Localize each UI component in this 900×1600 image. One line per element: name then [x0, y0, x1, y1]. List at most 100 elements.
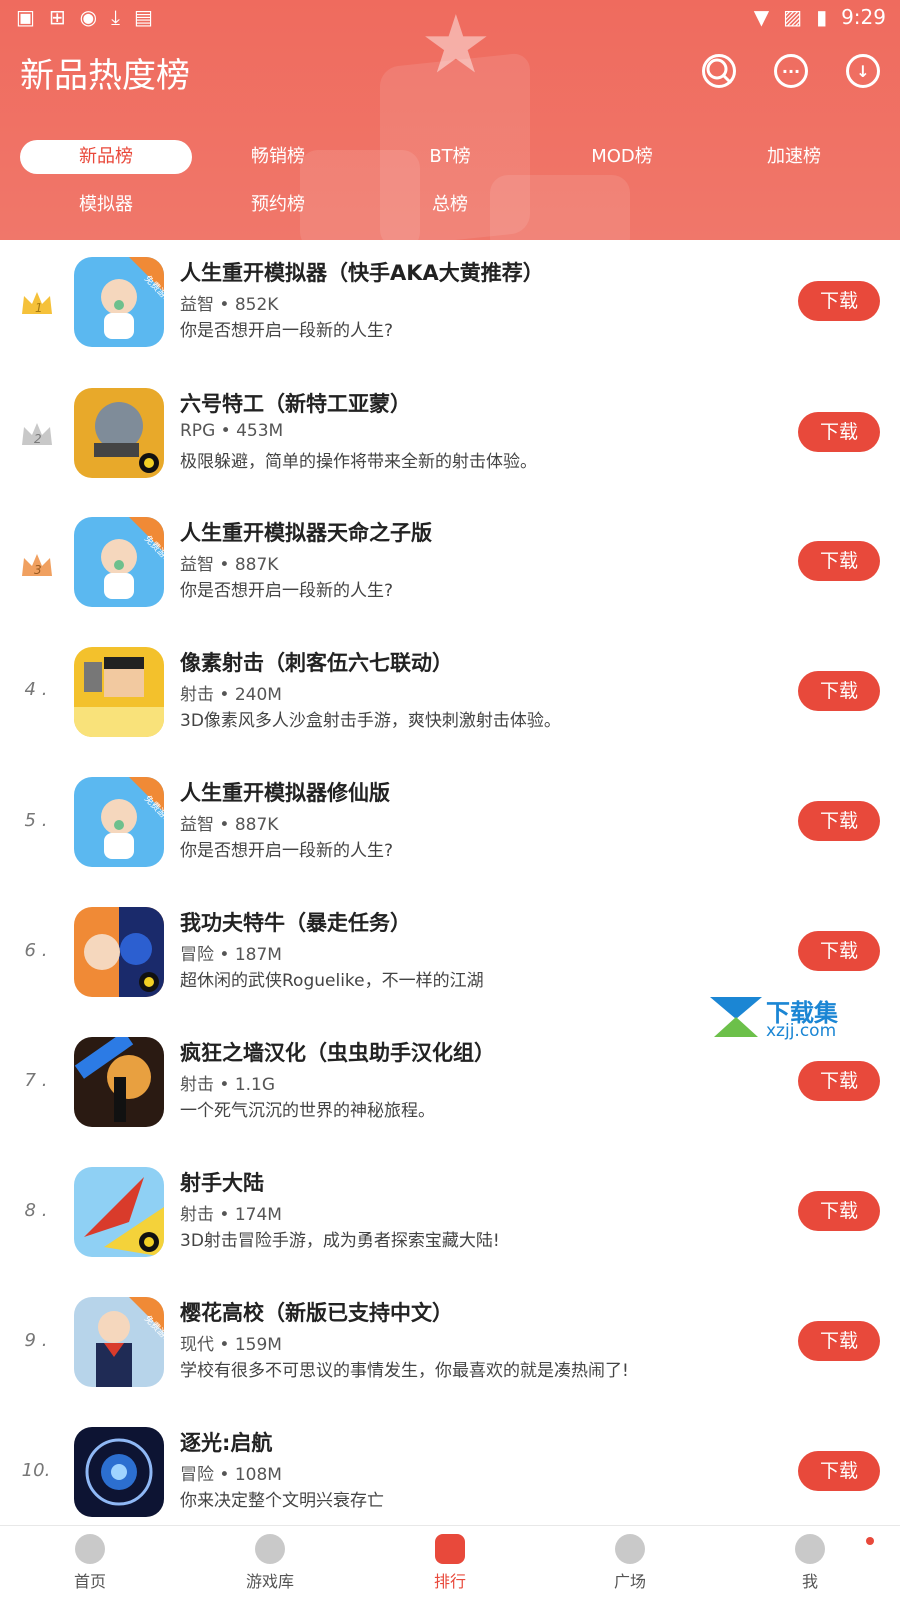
download-button[interactable]: 下载 [798, 1191, 880, 1231]
page-title: 新品热度榜 [20, 56, 190, 96]
tab-bestseller[interactable]: 畅销榜 [192, 140, 364, 174]
rank-number: 8 . [24, 1200, 48, 1221]
list-item[interactable]: 7 . 疯狂之墙汉化（虫虫助手汉化组） 射击 • 1.1G 一个死气沉沉的世界的… [0, 1026, 900, 1157]
app-description: 一个死气沉沉的世界的神秘旅程。 [180, 1101, 435, 1121]
tab-mod[interactable]: MOD榜 [536, 140, 708, 174]
tab-new[interactable]: 新品榜 [20, 140, 192, 174]
app-meta: 益智 • 887K [180, 555, 279, 575]
silver-crown-icon: 2 [22, 423, 52, 446]
header: ★ ▣ ⊞ ◉ ⤓ ▤ ▼ ▨ ▮ 9:29 新品热度榜 ··· ↓ 新品榜 畅… [0, 0, 900, 240]
nav-ranking[interactable]: 排行 [390, 1534, 510, 1592]
wifi-icon: ▼ [753, 5, 770, 29]
nav-home[interactable]: 首页 [30, 1534, 150, 1592]
rank-number: 4 . [24, 679, 48, 700]
app-icon[interactable]: 免费游戏 [74, 777, 164, 867]
list-item[interactable]: 4 . 像素射击（刺客伍六七联动） 射击 • 240M 3D像素风多人沙盒射击手… [0, 633, 900, 764]
app-meta: 冒险 • 108M [180, 1465, 282, 1485]
shield-notification-icon: ◉ [79, 5, 98, 29]
app-icon[interactable] [74, 647, 164, 737]
tab-accelerate[interactable]: 加速榜 [708, 140, 880, 174]
no-sim-icon: ▨ [783, 5, 803, 29]
tab-reservation[interactable]: 预约榜 [192, 188, 364, 222]
tab-bt[interactable]: BT榜 [364, 140, 536, 174]
app-name[interactable]: 六号特工（新特工亚蒙） [180, 388, 411, 418]
app-name[interactable]: 疯狂之墙汉化（虫虫助手汉化组） [180, 1037, 495, 1067]
nav-game-library[interactable]: 游戏库 [210, 1534, 330, 1592]
download-button[interactable]: 下载 [798, 541, 880, 581]
user-icon [795, 1534, 825, 1564]
nav-label: 广场 [613, 1572, 646, 1591]
download-notification-icon: ⤓ [111, 5, 120, 29]
download-icon[interactable]: ↓ [846, 54, 880, 88]
app-description: 超休闲的武侠Roguelike，不一样的江湖 [180, 971, 484, 991]
app-icon[interactable]: 免费游戏 [74, 517, 164, 607]
rank-number: 1 [35, 301, 43, 315]
app-meta: 射击 • 174M [180, 1205, 282, 1225]
app-description: 你是否想开启一段新的人生? [180, 321, 394, 341]
list-item[interactable]: 2 六号特工（新特工亚蒙） RPG • 453M 极限躲避，简单的操作将带来全新… [0, 371, 900, 502]
app-meta: RPG • 453M [180, 421, 284, 441]
watermark: 下载集 xzjj.com [710, 993, 850, 1043]
app-meta: 射击 • 1.1G [180, 1075, 276, 1095]
download-button[interactable]: 下载 [798, 412, 880, 452]
download-button[interactable]: 下载 [798, 1321, 880, 1361]
app-name[interactable]: 逐光:启航 [180, 1427, 272, 1457]
home-icon [75, 1534, 105, 1564]
app-name[interactable]: 射手大陆 [180, 1167, 264, 1197]
download-button[interactable]: 下载 [798, 671, 880, 711]
app-meta: 益智 • 887K [180, 815, 279, 835]
list-item[interactable]: 1 免费游戏 人生重开模拟器（快手AKA大黄推荐） 益智 • 852K 你是否想… [0, 240, 900, 371]
download-button[interactable]: 下载 [798, 1451, 880, 1491]
list-item[interactable]: 8 . 射手大陆 射击 • 174M 3D射击冒险手游，成为勇者探索宝藏大陆! … [0, 1157, 900, 1288]
nav-label: 排行 [433, 1572, 466, 1591]
app-name[interactable]: 我功夫特牛（暴走任务） [180, 907, 411, 937]
rank-number: 3 [34, 563, 42, 577]
app-meta: 冒险 • 187M [180, 945, 282, 965]
download-button[interactable]: 下载 [798, 931, 880, 971]
tab-emulator[interactable]: 模拟器 [20, 188, 192, 222]
search-icon[interactable] [702, 54, 736, 88]
list-item[interactable]: 9 . 免费游戏 樱花高校（新版已支持中文） 现代 • 159M 学校有很多不可… [0, 1288, 900, 1419]
app-icon[interactable]: 免费游戏 [74, 257, 164, 347]
gallery-notification-icon: ▣ [16, 5, 35, 29]
app-description: 你是否想开启一段新的人生? [180, 841, 394, 861]
bottom-navigation: 首页 游戏库 排行 广场 我 [0, 1525, 900, 1600]
rank-number: 9 . [24, 1330, 48, 1351]
message-icon[interactable]: ··· [774, 54, 808, 88]
app-icon[interactable] [74, 388, 164, 478]
app-meta: 现代 • 159M [180, 1335, 282, 1355]
app-name[interactable]: 樱花高校（新版已支持中文） [180, 1297, 453, 1327]
app-icon[interactable]: 免费游戏 [74, 1297, 164, 1387]
app-name[interactable]: 人生重开模拟器天命之子版 [180, 517, 432, 547]
download-button[interactable]: 下载 [798, 801, 880, 841]
app-description: 极限躲避，简单的操作将带来全新的射击体验。 [180, 452, 537, 472]
rank-number: 7 . [24, 1070, 48, 1091]
app-icon[interactable] [74, 907, 164, 997]
download-button[interactable]: 下载 [798, 281, 880, 321]
app-name[interactable]: 像素射击（刺客伍六七联动） [180, 647, 453, 677]
app-icon[interactable] [74, 1167, 164, 1257]
app-icon[interactable] [74, 1427, 164, 1517]
header-actions: ··· ↓ [702, 54, 880, 88]
app-description: 你是否想开启一段新的人生? [180, 581, 394, 601]
rank-number: 5 . [24, 810, 48, 831]
rank-number: 10. [21, 1460, 51, 1481]
app-notification-icon: ⊞ [48, 5, 66, 29]
tab-overall[interactable]: 总榜 [364, 188, 536, 222]
list-item[interactable]: 3 免费游戏 人生重开模拟器天命之子版 益智 • 887K 你是否想开启一段新的… [0, 502, 900, 633]
app-name[interactable]: 人生重开模拟器修仙版 [180, 777, 390, 807]
rank-number: 2 [34, 432, 42, 446]
rank-number: 6 . [24, 940, 48, 961]
nav-label: 游戏库 [245, 1572, 294, 1591]
nav-square[interactable]: 广场 [570, 1534, 690, 1592]
app-name[interactable]: 人生重开模拟器（快手AKA大黄推荐） [180, 257, 544, 287]
nav-label: 我 [801, 1572, 818, 1591]
app-description: 学校有很多不可思议的事情发生，你最喜欢的就是凑热闹了! [180, 1361, 629, 1381]
download-button[interactable]: 下载 [798, 1061, 880, 1101]
trophy-icon [435, 1534, 465, 1564]
app-meta: 益智 • 852K [180, 295, 279, 315]
list-item[interactable]: 5 . 免费游戏 人生重开模拟器修仙版 益智 • 887K 你是否想开启一段新的… [0, 764, 900, 895]
app-icon[interactable] [74, 1037, 164, 1127]
app-description: 你来决定整个文明兴衰存亡 [180, 1491, 384, 1511]
nav-me[interactable]: 我 [750, 1534, 870, 1592]
